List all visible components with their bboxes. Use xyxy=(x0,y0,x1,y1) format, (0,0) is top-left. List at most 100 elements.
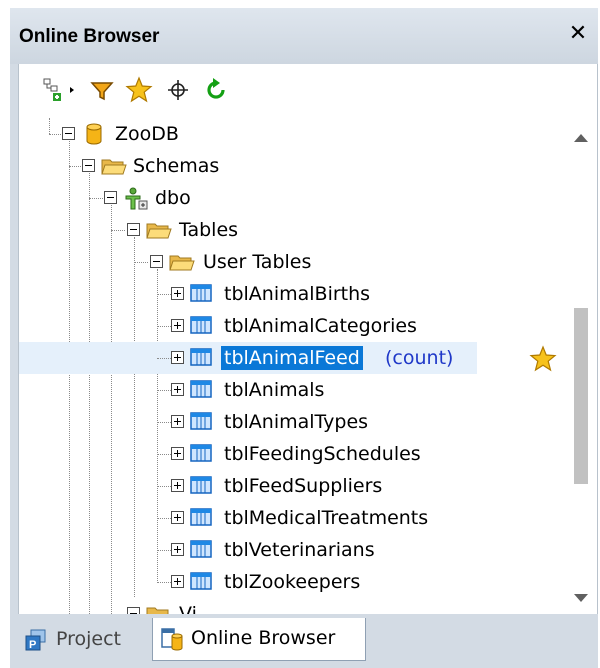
collapse-toggle[interactable] xyxy=(127,223,140,236)
collapse-toggle[interactable] xyxy=(82,159,95,172)
tree-view[interactable]: ZooDB Schemas dbo Tables User Tables tbl… xyxy=(18,118,598,615)
refresh-icon xyxy=(207,78,225,99)
expand-toggle[interactable] xyxy=(171,575,184,588)
table-label: tblAnimalBirths xyxy=(224,283,371,305)
table-icon xyxy=(190,444,212,462)
table-icon xyxy=(190,572,212,590)
tree-line xyxy=(157,582,171,583)
tree-line xyxy=(157,422,171,423)
online-browser-icon xyxy=(161,628,183,651)
panel-title: Online Browser xyxy=(19,26,160,47)
panel-titlebar: Online Browser ✕ xyxy=(10,8,598,64)
table-row[interactable]: tblAnimals xyxy=(19,374,567,406)
table-row[interactable]: tblVeterinarians xyxy=(19,534,567,566)
tree-node-label: dbo xyxy=(155,187,191,209)
table-icon xyxy=(190,348,212,366)
close-button[interactable]: ✕ xyxy=(566,22,590,46)
table-label: tblAnimalTypes xyxy=(224,411,369,433)
favorites-button[interactable] xyxy=(125,76,155,104)
table-label: tblVeterinarians xyxy=(224,539,375,561)
expand-toggle[interactable] xyxy=(171,383,184,396)
count-link[interactable]: (count) xyxy=(385,346,453,370)
table-icon xyxy=(190,380,212,398)
expand-toggle[interactable] xyxy=(171,447,184,460)
refresh-button[interactable] xyxy=(203,76,233,104)
table-label: tblFeedSuppliers xyxy=(224,475,383,497)
table-row[interactable]: tblMedicalTreatments xyxy=(19,502,567,534)
filter-options-icon xyxy=(43,78,74,101)
table-label: tblZookeepers xyxy=(224,571,361,593)
table-label: tblAnimals xyxy=(224,379,325,401)
tree-node-label: User Tables xyxy=(203,251,312,273)
scroll-down-arrow-icon[interactable] xyxy=(573,592,589,604)
table-icon xyxy=(190,476,212,494)
tree-node-user-tables[interactable]: User Tables xyxy=(19,246,567,278)
folder-open-icon xyxy=(169,255,195,271)
tree-line xyxy=(157,294,171,295)
project-icon: P xyxy=(25,629,46,651)
table-row[interactable]: tblAnimalTypes xyxy=(19,406,567,438)
table-label: tblAnimalCategories xyxy=(224,315,417,337)
table-label: tblAnimalFeed xyxy=(221,346,363,370)
table-row[interactable]: tblZookeepers xyxy=(19,566,567,598)
filter-options-button[interactable] xyxy=(41,76,74,104)
folder-open-icon xyxy=(101,159,127,175)
expand-toggle[interactable] xyxy=(171,319,184,332)
table-label: tblMedicalTreatments xyxy=(224,507,429,529)
tab-label: Project xyxy=(56,628,122,650)
locate-button[interactable] xyxy=(165,76,195,104)
tree-node-views-partial[interactable]: Vi xyxy=(19,598,567,614)
vertical-scrollbar[interactable] xyxy=(567,118,595,614)
collapse-toggle[interactable] xyxy=(104,191,117,204)
bottom-tabstrip: P Project Online Browser xyxy=(10,614,598,668)
database-icon xyxy=(86,123,102,145)
tree-line xyxy=(157,550,171,551)
tree-node-schema-dbo[interactable]: dbo xyxy=(19,182,567,214)
tree-node-database[interactable]: ZooDB xyxy=(19,118,567,150)
table-row[interactable]: tblAnimalBirths xyxy=(19,278,567,310)
online-browser-panel: Online Browser ✕ ZooDB Schemas dbo Table… xyxy=(10,8,598,668)
tree-node-tables[interactable]: Tables xyxy=(19,214,567,246)
tree-node-label: Schemas xyxy=(133,155,220,177)
tab-label: Online Browser xyxy=(191,627,336,649)
tree-line xyxy=(157,358,171,359)
tree-node-label: ZooDB xyxy=(115,123,179,145)
tree-line xyxy=(157,326,171,327)
filter-button[interactable] xyxy=(89,76,119,104)
tab-project[interactable]: P Project xyxy=(18,620,148,658)
favorites-star-icon xyxy=(125,76,153,103)
expand-toggle[interactable] xyxy=(171,479,184,492)
table-label: tblFeedingSchedules xyxy=(224,443,421,465)
folder-open-icon xyxy=(146,223,172,239)
table-row-selected[interactable]: tblAnimalFeed (count) xyxy=(19,342,477,374)
table-icon xyxy=(190,412,212,430)
table-icon xyxy=(190,316,212,334)
tree-node-schemas[interactable]: Schemas xyxy=(19,150,567,182)
table-icon xyxy=(190,540,212,558)
tree-line xyxy=(157,454,171,455)
table-icon xyxy=(190,284,212,302)
tab-online-browser[interactable]: Online Browser xyxy=(152,618,366,661)
table-row[interactable]: tblFeedingSchedules xyxy=(19,438,567,470)
favorite-star-icon[interactable] xyxy=(529,345,557,373)
table-row[interactable]: tblFeedSuppliers xyxy=(19,470,567,502)
collapse-toggle[interactable] xyxy=(150,255,163,268)
expand-toggle[interactable] xyxy=(171,351,184,364)
table-icon xyxy=(190,508,212,526)
expand-toggle[interactable] xyxy=(171,287,184,300)
scroll-up-arrow-icon[interactable] xyxy=(573,132,589,144)
table-row[interactable]: tblAnimalCategories xyxy=(19,310,567,342)
svg-text:P: P xyxy=(29,639,36,651)
schema-user-icon xyxy=(125,187,148,210)
tree-node-label: Tables xyxy=(179,219,239,241)
tree-line xyxy=(157,518,171,519)
tree-line xyxy=(157,486,171,487)
funnel-filter-icon xyxy=(90,82,114,101)
expand-toggle[interactable] xyxy=(171,511,184,524)
collapse-toggle[interactable] xyxy=(62,127,75,140)
expand-toggle[interactable] xyxy=(171,415,184,428)
tree-line xyxy=(157,390,171,391)
scroll-thumb[interactable] xyxy=(574,308,588,484)
locate-crosshair-icon xyxy=(168,80,188,100)
expand-toggle[interactable] xyxy=(171,543,184,556)
